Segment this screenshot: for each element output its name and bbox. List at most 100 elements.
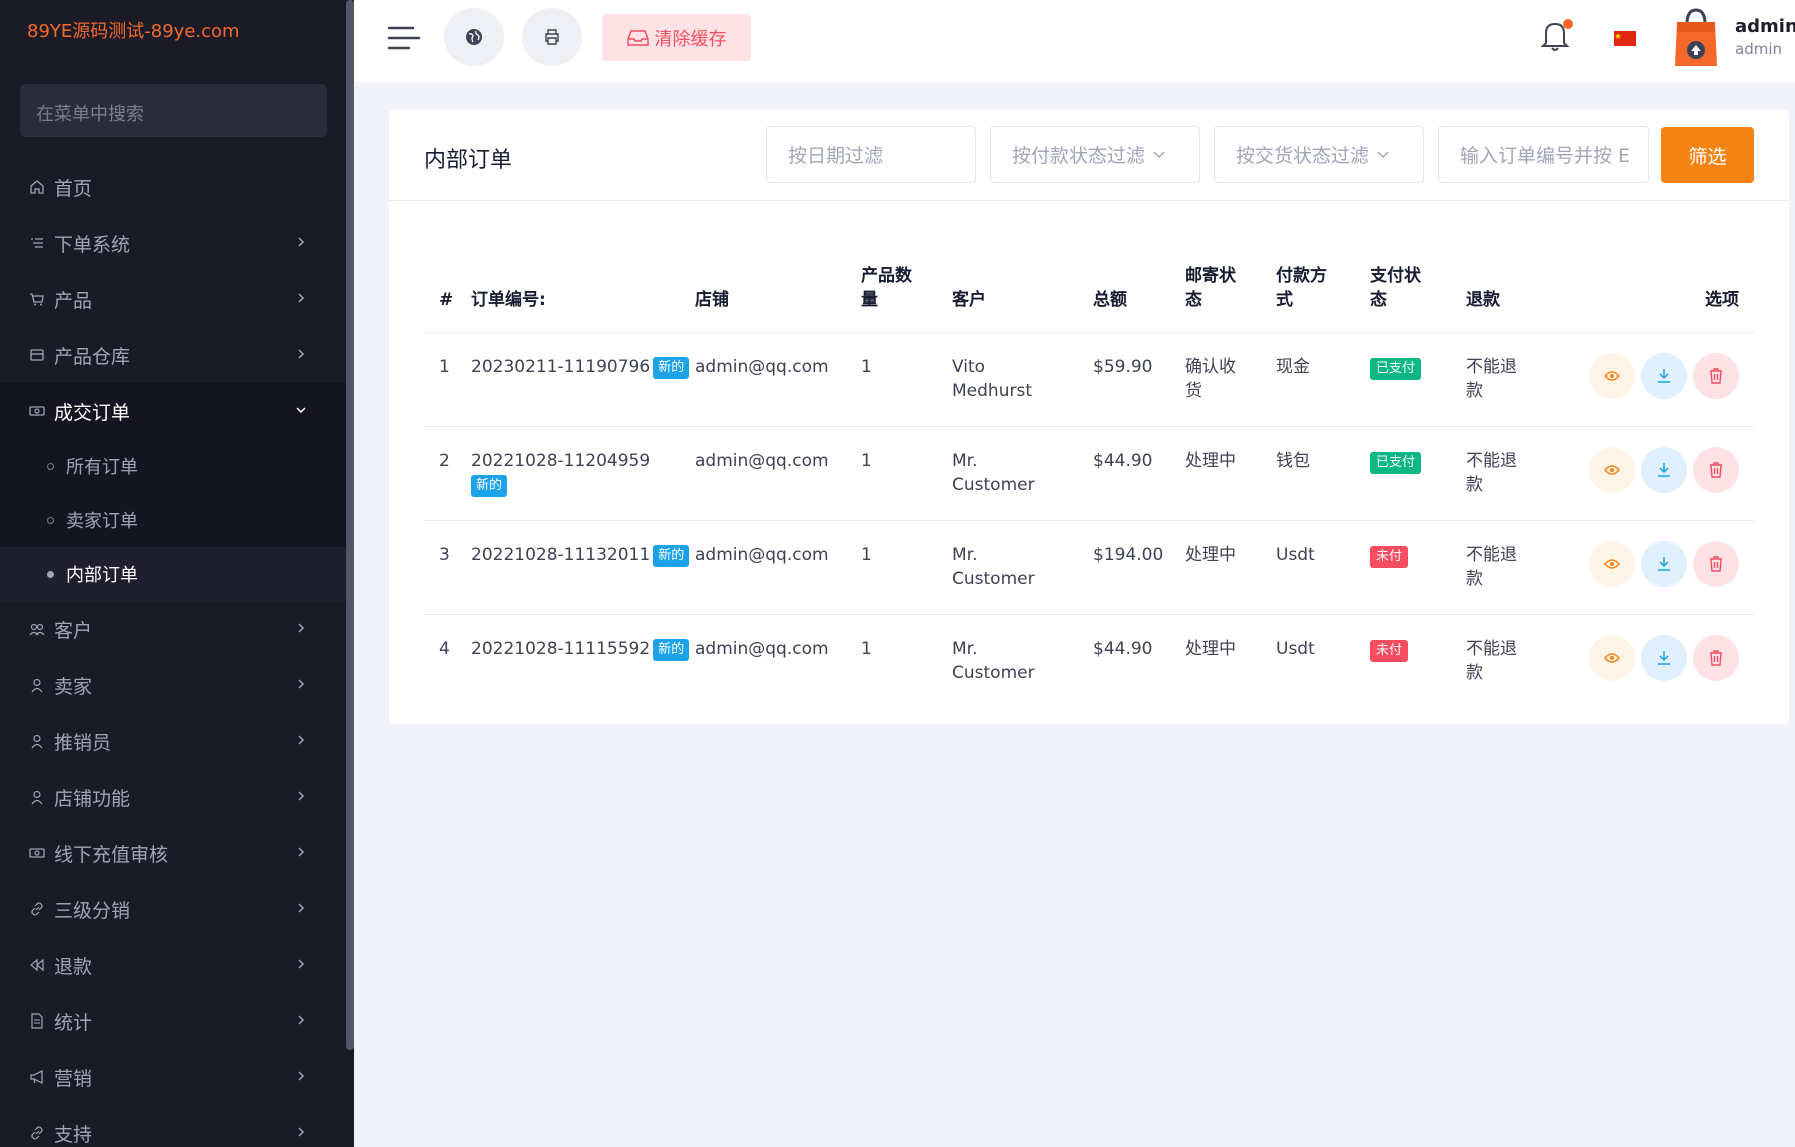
cart-icon — [28, 290, 46, 308]
sidebar-item-home[interactable]: 首页 — [0, 159, 346, 215]
sidebar-item-warehouse[interactable]: 产品仓库 — [0, 327, 346, 383]
sidebar-item-support[interactable]: 支持 — [0, 1105, 346, 1147]
sidebar-scrollbar[interactable] — [346, 0, 354, 1050]
customer-name: Mr. Customer — [952, 544, 1035, 589]
page-title: 内部订单 — [424, 148, 513, 173]
download-button[interactable] — [1641, 540, 1687, 587]
warehouse-icon — [28, 346, 46, 364]
bullet-icon — [47, 462, 54, 470]
col-header-code: 订单编号: — [471, 240, 695, 333]
payment-status-badge: 未付 — [1370, 639, 1409, 662]
cell-code[interactable]: 20221028-11115592 新的 — [471, 614, 695, 708]
eye-icon — [1604, 464, 1620, 475]
payment-status-select[interactable]: 按付款状态过滤 — [990, 126, 1200, 183]
sidebar-item-label: 客户 — [54, 619, 93, 642]
date-filter-input[interactable]: 按日期过滤 — [766, 126, 976, 183]
eye-icon — [1604, 558, 1620, 569]
download-icon — [1658, 650, 1670, 665]
delete-button[interactable] — [1693, 352, 1739, 399]
download-button[interactable] — [1641, 634, 1687, 681]
orders-card: 内部订单 按日期过滤 按付款状态过滤 按交货状态过滤 输入订单编号并按 E 筛选… — [389, 110, 1789, 724]
col-header-qty: 产品数量 — [861, 240, 952, 333]
link-icon — [28, 900, 46, 918]
payment-status-badge: 已支付 — [1370, 357, 1422, 380]
col-header-payment-method-text: 付款方式 — [1276, 265, 1327, 310]
cell-total: $44.90 — [1093, 638, 1153, 659]
sidebar-item-salesmen[interactable]: 推销员 — [0, 713, 346, 769]
sidebar-subitem-internal-orders[interactable]: 内部订单 — [0, 547, 346, 601]
sidebar-item-label: 线下充值审核 — [54, 843, 169, 866]
delivery-status-select[interactable]: 按交货状态过滤 — [1214, 126, 1424, 183]
sidebar-item-refunds[interactable]: 退款 — [0, 937, 346, 993]
sidebar-item-offline-recharge[interactable]: 线下充值审核 — [0, 825, 346, 881]
sidebar-item-label: 产品仓库 — [54, 345, 131, 368]
sidebar-item-label: 退款 — [54, 955, 93, 978]
sidebar-item-label: 店铺功能 — [54, 787, 131, 810]
cell-code[interactable]: 20230211-11190796 新的 — [471, 332, 695, 427]
eye-icon — [1604, 370, 1620, 381]
view-button[interactable] — [1589, 352, 1635, 399]
orders-submenu: 所有订单 卖家订单 内部订单 — [0, 439, 346, 601]
card-header: 内部订单 按日期过滤 按付款状态过滤 按交货状态过滤 输入订单编号并按 E 筛选 — [389, 110, 1789, 201]
filter-button[interactable]: 筛选 — [1661, 127, 1754, 183]
sidebar-item-products[interactable]: 产品 — [0, 271, 346, 327]
order-code-placeholder: 输入订单编号并按 E — [1460, 145, 1631, 167]
sidebar-item-label: 统计 — [54, 1011, 93, 1034]
order-code[interactable]: 20221028-11132011 — [471, 545, 650, 565]
menu-search-input[interactable]: 在菜单中搜索 — [20, 84, 327, 137]
delete-button[interactable] — [1693, 634, 1739, 681]
clear-cache-button[interactable]: 清除缓存 — [602, 14, 751, 61]
chevron-right-icon — [298, 1127, 305, 1137]
sidebar-item-statistics[interactable]: 统计 — [0, 993, 346, 1049]
website-button[interactable] — [444, 8, 504, 66]
delete-button[interactable] — [1693, 446, 1739, 493]
sidebar-item-label: 成交订单 — [54, 401, 131, 424]
print-button[interactable] — [522, 8, 582, 66]
new-badge: 新的 — [471, 474, 508, 497]
cell-customer: Mr. Customer — [952, 520, 1093, 615]
sidebar-item-marketing[interactable]: 营销 — [0, 1049, 346, 1105]
order-code[interactable]: 20221028-11204959 — [471, 449, 695, 473]
link-icon — [28, 1124, 46, 1142]
sidebar-item-distribution[interactable]: 三级分销 — [0, 881, 346, 937]
date-filter-placeholder: 按日期过滤 — [788, 145, 884, 167]
user-name[interactable]: admin — [1735, 16, 1795, 37]
col-header-refund: 退款 — [1466, 240, 1573, 333]
sidebar-item-customers[interactable]: 客户 — [0, 601, 346, 657]
cell-index: 1 — [424, 332, 471, 427]
chevron-down-icon — [1153, 151, 1165, 158]
bullet-icon — [47, 570, 54, 578]
sidebar-item-order-system[interactable]: 下单系统 — [0, 215, 346, 271]
cell-customer: Mr. Customer — [952, 426, 1093, 521]
cell-code[interactable]: 20221028-11204959 新的 — [471, 426, 695, 521]
sidebar-item-sellers[interactable]: 卖家 — [0, 657, 346, 713]
view-button[interactable] — [1589, 446, 1635, 493]
cell-refund: 不能退款 — [1466, 520, 1573, 615]
cell-customer: Mr. Customer — [952, 614, 1093, 708]
order-code[interactable]: 20221028-11115592 — [471, 639, 650, 659]
sidebar-item-label: 三级分销 — [54, 899, 131, 922]
cell-code[interactable]: 20221028-11132011 新的 — [471, 520, 695, 615]
order-code[interactable]: 20230211-11190796 — [471, 357, 650, 377]
cell-payment-method: 现金 — [1276, 332, 1370, 427]
sidebar-subitem-all-orders[interactable]: 所有订单 — [0, 439, 346, 493]
sidebar-subitem-seller-orders[interactable]: 卖家订单 — [0, 493, 346, 547]
language-flag-icon[interactable] — [1614, 31, 1636, 46]
download-button[interactable] — [1641, 352, 1687, 399]
chevron-right-icon — [298, 847, 305, 857]
cell-refund: 不能退款 — [1466, 332, 1573, 427]
sidebar-item-orders[interactable]: 成交订单 — [0, 383, 346, 439]
view-button[interactable] — [1589, 540, 1635, 587]
view-button[interactable] — [1589, 634, 1635, 681]
cell-total: $194.00 — [1093, 520, 1185, 615]
delete-button[interactable] — [1693, 540, 1739, 587]
brand-logo-text[interactable]: 89YE源码测试-89ye.com — [27, 17, 240, 43]
avatar[interactable] — [1671, 6, 1721, 68]
cell-refund: 不能退款 — [1466, 614, 1573, 708]
sidebar-item-shop-features[interactable]: 店铺功能 — [0, 769, 346, 825]
download-button[interactable] — [1641, 446, 1687, 493]
backward-icon — [28, 956, 46, 974]
menu-toggle-icon[interactable] — [387, 24, 421, 52]
order-code-search-input[interactable]: 输入订单编号并按 E — [1438, 126, 1649, 183]
table-row: 2 20221028-11204959 新的 admin@qq.com 1 Mr.… — [424, 426, 1754, 521]
